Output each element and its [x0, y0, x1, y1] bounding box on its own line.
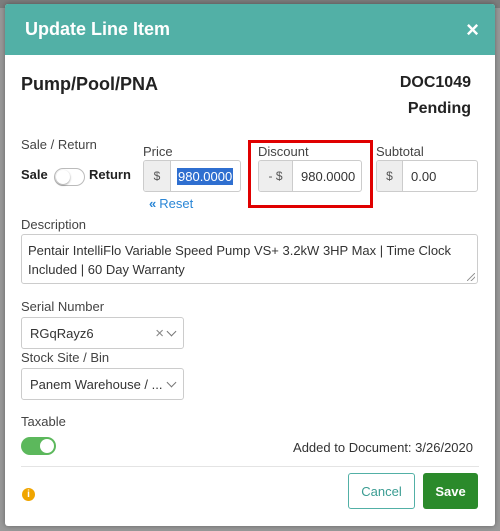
- serial-number-select[interactable]: RGqRayz6 ×: [21, 317, 184, 349]
- resize-handle-icon[interactable]: [467, 273, 475, 281]
- price-value[interactable]: 980.0000: [171, 161, 234, 191]
- chevron-down-icon[interactable]: [166, 377, 177, 387]
- return-option-label: Return: [89, 167, 131, 182]
- info-icon[interactable]: i: [22, 488, 35, 501]
- description-text: Pentair IntelliFlo Variable Speed Pump V…: [28, 243, 452, 277]
- subtotal-value[interactable]: 0.00: [403, 161, 436, 191]
- close-icon[interactable]: ×: [466, 18, 479, 41]
- double-chevron-left-icon: «: [149, 196, 157, 211]
- document-status: Pending: [407, 100, 471, 117]
- description-textarea[interactable]: Pentair IntelliFlo Variable Speed Pump V…: [21, 234, 478, 284]
- price-input[interactable]: $ 980.0000: [143, 160, 241, 192]
- subtotal-currency-addon: $: [377, 161, 403, 191]
- added-to-document-date: Added to Document: 3/26/2020: [293, 440, 473, 455]
- stock-site-select[interactable]: Panem Warehouse / ...: [21, 368, 184, 400]
- toggle-knob: [40, 439, 54, 453]
- modal-header: Update Line Item ×: [5, 4, 495, 55]
- stock-site-value: Panem Warehouse / ...: [30, 376, 163, 392]
- modal-title: Update Line Item: [25, 19, 171, 39]
- toggle-knob: [56, 170, 70, 184]
- sale-option-label: Sale: [21, 167, 48, 182]
- taxable-toggle[interactable]: [21, 437, 56, 455]
- item-name: Pump/Pool/PNA: [21, 74, 159, 94]
- sale-return-toggle[interactable]: [54, 168, 85, 186]
- discount-highlight-box: [248, 140, 373, 208]
- sale-return-label: Sale / Return: [21, 137, 97, 152]
- serial-number-label: Serial Number: [21, 299, 105, 314]
- price-label: Price: [143, 144, 173, 159]
- reset-label: Reset: [159, 196, 194, 211]
- document-number: DOC1049: [399, 74, 471, 91]
- stock-site-label: Stock Site / Bin: [21, 350, 110, 365]
- reset-price-link[interactable]: «Reset: [149, 196, 193, 211]
- clear-icon[interactable]: ×: [155, 325, 164, 342]
- subtotal-input[interactable]: $ 0.00: [376, 160, 478, 192]
- price-currency-addon: $: [144, 161, 171, 191]
- save-button[interactable]: Save: [423, 473, 478, 509]
- update-line-item-modal: Update Line Item × Pump/Pool/PNA DOC1049…: [5, 4, 495, 526]
- chevron-down-icon[interactable]: [166, 326, 177, 336]
- description-label: Description: [21, 217, 87, 232]
- subtotal-label: Subtotal: [376, 144, 424, 159]
- serial-number-value: RGqRayz6: [30, 325, 94, 341]
- price-selected-text: 980.0000: [177, 167, 234, 185]
- cancel-button[interactable]: Cancel: [348, 473, 415, 509]
- footer-divider: [21, 466, 479, 467]
- taxable-label: Taxable: [21, 414, 66, 429]
